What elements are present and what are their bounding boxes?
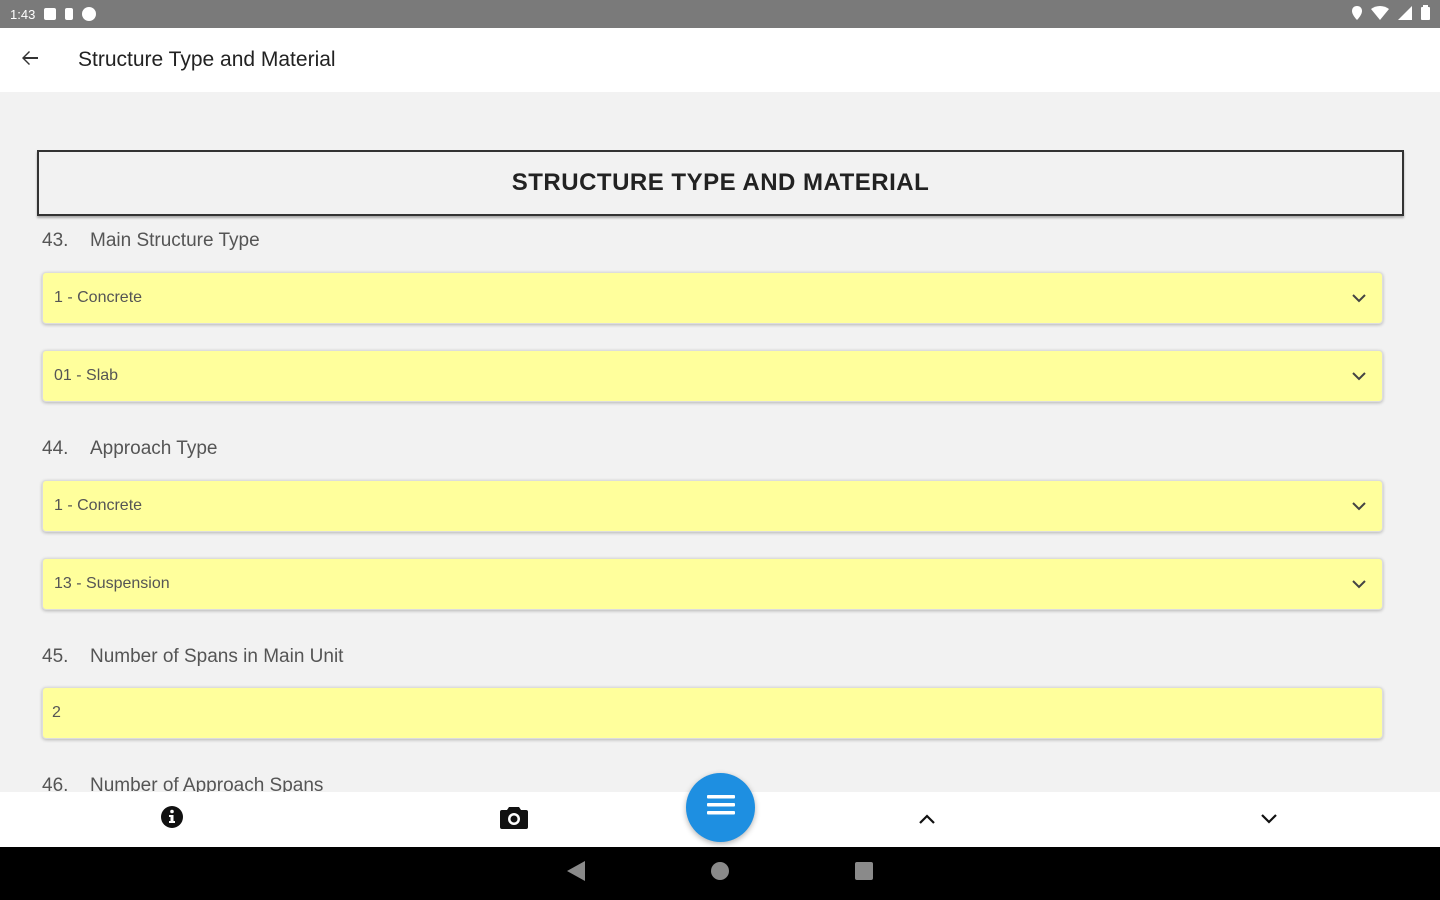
back-triangle-icon	[567, 861, 585, 886]
info-button[interactable]	[142, 792, 202, 847]
field-46-label: 46. Number of Approach Spans	[42, 775, 323, 792]
chevron-down-icon	[1261, 811, 1277, 829]
app-title: Structure Type and Material	[78, 48, 336, 71]
field-43-label: 43. Main Structure Type	[42, 230, 260, 252]
select-value: 01 - Slab	[54, 367, 119, 384]
recents-square-icon	[855, 862, 873, 885]
field-number: 43.	[42, 230, 69, 251]
chevron-down-icon	[1347, 286, 1371, 310]
status-bar: 1:43	[0, 0, 1440, 28]
status-time: 1:43	[10, 6, 36, 22]
field-title: Main Structure Type	[90, 230, 260, 251]
menu-icon	[706, 794, 735, 821]
select-value: 1 - Concrete	[54, 497, 143, 514]
field-number: 44.	[42, 438, 69, 459]
nav-recents-button[interactable]	[834, 847, 894, 900]
select-value: 1 - Concrete	[54, 289, 143, 306]
back-button[interactable]	[0, 28, 60, 92]
spans-main-unit-input[interactable]: 2	[42, 687, 1383, 739]
status-left: 1:43	[10, 6, 97, 22]
field-45-label: 45. Number of Spans in Main Unit	[42, 646, 343, 668]
menu-fab[interactable]	[686, 773, 755, 842]
chevron-down-icon	[1347, 572, 1371, 596]
sd-card-icon	[65, 8, 74, 20]
location-icon	[1352, 5, 1362, 23]
sync-icon	[82, 7, 97, 21]
camera-icon	[500, 805, 528, 834]
camera-button[interactable]	[484, 792, 544, 847]
signal-icon	[1398, 5, 1412, 23]
app-bar: Structure Type and Material	[0, 28, 1440, 92]
wifi-icon	[1371, 5, 1389, 23]
chevron-up-icon	[919, 811, 935, 829]
main-structure-material-select[interactable]: 1 - Concrete	[42, 272, 1383, 324]
scroll-down-button[interactable]	[1239, 792, 1299, 847]
approach-material-select[interactable]: 1 - Concrete	[42, 480, 1383, 532]
form-content[interactable]: STRUCTURE TYPE AND MATERIAL 43. Main Str…	[0, 92, 1440, 792]
info-icon	[160, 805, 184, 834]
chevron-down-icon	[1347, 364, 1371, 388]
nav-back-button[interactable]	[546, 847, 606, 900]
field-number: 45.	[42, 646, 69, 667]
arrow-back-icon	[20, 48, 40, 73]
select-value: 13 - Suspension	[54, 575, 170, 592]
battery-icon	[1421, 5, 1430, 23]
field-44-label: 44. Approach Type	[42, 438, 217, 460]
notification-icon	[44, 8, 57, 20]
approach-design-select[interactable]: 13 - Suspension	[42, 558, 1383, 610]
system-nav-bar	[0, 847, 1440, 900]
chevron-down-icon	[1347, 494, 1371, 518]
section-heading: STRUCTURE TYPE AND MATERIAL	[37, 150, 1404, 216]
scroll-up-button[interactable]	[897, 792, 957, 847]
field-title: Approach Type	[90, 438, 218, 459]
field-number: 46.	[42, 775, 69, 792]
main-structure-design-select[interactable]: 01 - Slab	[42, 350, 1383, 402]
home-circle-icon	[711, 862, 729, 885]
status-right	[1352, 5, 1430, 23]
field-title: Number of Approach Spans	[90, 775, 324, 792]
nav-home-button[interactable]	[690, 847, 750, 900]
input-value: 2	[52, 704, 61, 721]
field-title: Number of Spans in Main Unit	[90, 646, 344, 667]
